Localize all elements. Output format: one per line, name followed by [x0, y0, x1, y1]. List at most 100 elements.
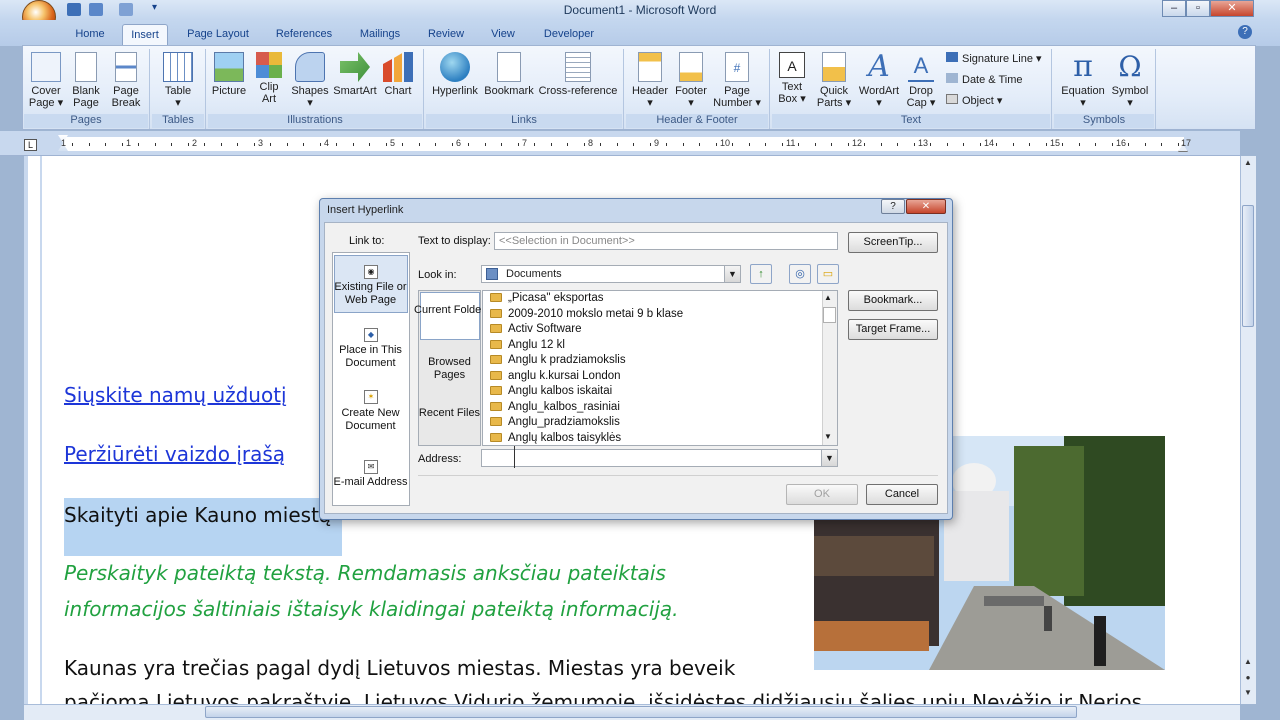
page-break-icon — [115, 52, 137, 82]
blank-page-button[interactable]: Blank Page — [68, 52, 104, 109]
dialog-help-button[interactable]: ? — [881, 199, 905, 214]
picture-icon — [214, 52, 244, 82]
save-icon[interactable] — [67, 3, 81, 16]
hyperlink-video[interactable]: Peržiūrėti vaizdo įrašą — [64, 442, 285, 466]
folder-item[interactable]: Anglu_kalbos_rasiniai — [490, 400, 620, 416]
symbol-button[interactable]: Ω Symbol ▾ — [1110, 52, 1150, 110]
tab-page-layout[interactable]: Page Layout — [181, 24, 255, 45]
look-in-chevron-down-icon[interactable]: ▼ — [724, 266, 740, 282]
folder-item[interactable]: 2009-2010 mokslo metai 9 b klase — [490, 307, 683, 323]
dialog-close-button[interactable]: ✕ — [906, 199, 946, 214]
ok-button[interactable]: OK — [786, 484, 858, 505]
chart-button[interactable]: Chart — [380, 52, 416, 97]
target-frame-button[interactable]: Target Frame... — [848, 319, 938, 340]
smartart-button[interactable]: SmartArt — [332, 52, 378, 97]
tab-insert[interactable]: Insert — [122, 24, 168, 45]
quick-parts-button[interactable]: Quick Parts ▾ — [814, 52, 854, 109]
nav-existing-file[interactable]: Existing File or Web Page — [333, 281, 408, 307]
look-in-label: Look in: — [418, 269, 457, 281]
folder-item[interactable]: Activ Software — [490, 322, 582, 338]
ruler-tick — [996, 143, 997, 146]
footer-button[interactable]: Footer ▾ — [672, 52, 710, 109]
bookmark-dialog-button[interactable]: Bookmark... — [848, 290, 938, 311]
ruler-text-area — [64, 137, 1184, 151]
tab-view[interactable]: View — [482, 24, 524, 45]
current-folder-tab[interactable]: Current Folder — [412, 304, 487, 317]
folder-item[interactable]: Anglų kalbos taisyklės — [490, 431, 621, 447]
ruler-tick — [287, 143, 288, 146]
previous-page-icon[interactable]: ▲ — [1242, 657, 1254, 671]
folder-name: 2009-2010 mokslo metai 9 b klase — [508, 307, 684, 320]
tab-selector[interactable]: L — [24, 139, 37, 151]
tab-references[interactable]: References — [268, 24, 340, 45]
screentip-button[interactable]: ScreenTip... — [848, 232, 938, 253]
shapes-button[interactable]: Shapes ▾ — [290, 52, 330, 109]
folder-item[interactable]: anglu k.kursai London — [490, 369, 621, 385]
scroll-up-arrow-icon[interactable]: ▲ — [1242, 158, 1254, 172]
cancel-button[interactable]: Cancel — [866, 484, 938, 505]
nav-create-new-document[interactable]: Create New Document — [333, 407, 408, 433]
drop-cap-button[interactable]: A Drop Cap ▾ — [904, 52, 938, 109]
next-page-icon[interactable]: ▼ — [1242, 688, 1254, 702]
browse-file-icon[interactable]: ▭ — [817, 264, 839, 284]
file-list-scroll-up-icon[interactable]: ▲ — [824, 293, 832, 302]
tab-mailings[interactable]: Mailings — [352, 24, 408, 45]
cover-page-button[interactable]: Cover Page ▾ — [26, 52, 66, 109]
page-number-label-2: Number ▾ — [713, 97, 761, 109]
ruler-tick — [452, 143, 453, 146]
page-number-button[interactable]: # Page Number ▾ — [712, 52, 762, 109]
close-button[interactable]: ✕ — [1210, 0, 1254, 17]
address-input[interactable] — [481, 449, 838, 467]
cross-reference-button[interactable]: Cross-reference — [538, 52, 618, 97]
select-browse-object-icon[interactable]: ● — [1242, 673, 1254, 687]
vertical-scroll-thumb[interactable] — [1242, 205, 1254, 327]
equation-button[interactable]: π Equation ▾ — [1058, 52, 1108, 110]
ruler-tick — [138, 143, 139, 146]
page-break-button[interactable]: Page Break — [108, 52, 144, 109]
ruler-tick — [1128, 143, 1129, 146]
up-one-folder-icon[interactable]: ↑ — [750, 264, 772, 284]
help-icon[interactable]: ? — [1238, 25, 1252, 39]
object-button[interactable]: Object ▾ — [946, 92, 1002, 110]
address-chevron-down-icon[interactable]: ▼ — [821, 450, 837, 466]
tab-developer[interactable]: Developer — [536, 24, 602, 45]
folder-item[interactable]: Anglu k pradziamokslis — [490, 353, 626, 369]
undo-icon[interactable] — [89, 3, 103, 16]
table-button[interactable]: Table ▾ — [158, 52, 198, 109]
redo-icon[interactable] — [119, 3, 133, 16]
customize-qat-icon[interactable]: ▾ — [152, 2, 157, 13]
recent-files-tab[interactable]: Recent Files — [412, 407, 487, 420]
file-list-scroll-thumb[interactable] — [823, 307, 836, 323]
wordart-button[interactable]: A WordArt ▾ — [856, 52, 902, 110]
picture-button[interactable]: Picture — [210, 52, 248, 97]
file-list-scroll-down-icon[interactable]: ▼ — [824, 432, 832, 441]
restore-button[interactable]: ▫ — [1186, 0, 1210, 17]
header-button[interactable]: Header ▾ — [628, 52, 672, 109]
look-in-dropdown[interactable]: Documents — [481, 265, 741, 283]
text-box-button[interactable]: A Text Box ▾ — [774, 52, 810, 105]
folder-item[interactable]: Anglu kalbos iskaitai — [490, 384, 612, 400]
nav-place-in-document[interactable]: Place in This Document — [333, 344, 408, 370]
browsed-pages-tab[interactable]: Browsed Pages — [412, 356, 487, 382]
minimize-button[interactable]: – — [1162, 0, 1186, 17]
nav-email-address[interactable]: E-mail Address — [333, 476, 408, 489]
ruler-tick — [864, 143, 865, 146]
tab-review[interactable]: Review — [422, 24, 470, 45]
folder-item[interactable]: „Picasa" eksportas — [490, 291, 603, 307]
folder-item[interactable]: Anglu 12 kl — [490, 338, 565, 354]
selected-text[interactable]: Skaityti apie Kauno miestą — [64, 503, 331, 527]
horizontal-scroll-thumb[interactable] — [205, 706, 1077, 718]
hyperlink-homework[interactable]: Siųskite namų užduotį — [64, 383, 287, 407]
blank-page-label: Blank — [72, 85, 100, 97]
clip-art-button[interactable]: Clip Art — [252, 52, 286, 105]
hyperlink-button[interactable]: Hyperlink — [430, 52, 480, 97]
text-to-display-input[interactable]: <<Selection in Document>> — [494, 232, 838, 250]
signature-line-button[interactable]: Signature Line ▾ — [946, 50, 1042, 68]
window-title: Document1 - Microsoft Word — [563, 3, 717, 17]
tab-home[interactable]: Home — [68, 24, 112, 45]
bookmark-button[interactable]: Bookmark — [483, 52, 535, 97]
folder-item[interactable]: Anglu_pradziamokslis — [490, 415, 620, 431]
ruler-tick — [188, 143, 189, 146]
date-time-button[interactable]: Date & Time — [946, 71, 1023, 89]
browse-web-icon[interactable]: ◎ — [789, 264, 811, 284]
